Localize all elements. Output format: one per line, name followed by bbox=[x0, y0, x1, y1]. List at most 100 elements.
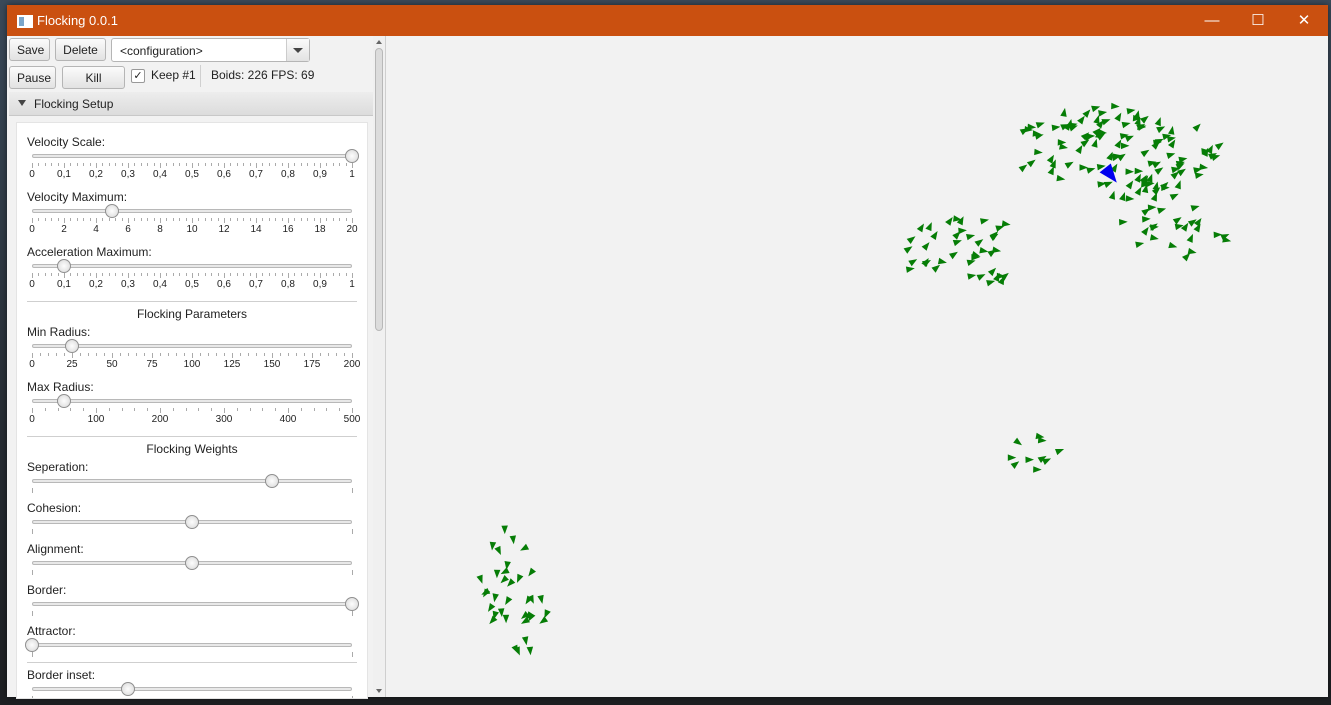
slider[interactable]: 0 0,1 0,2 0,3 0,4 0,5 0,6 0,7 0,8 0,9 1 bbox=[29, 259, 355, 290]
boid bbox=[1034, 133, 1044, 140]
scroll-up-icon[interactable] bbox=[376, 40, 382, 44]
boid bbox=[500, 567, 510, 575]
major-tick bbox=[32, 652, 33, 657]
maximize-icon[interactable]: ☐ bbox=[1235, 5, 1281, 36]
save-button[interactable]: Save bbox=[9, 38, 50, 61]
slider-thumb[interactable] bbox=[121, 682, 135, 696]
slider[interactable] bbox=[32, 556, 353, 582]
minor-tick bbox=[240, 353, 241, 356]
slider[interactable]: 0 0,1 0,2 0,3 0,4 0,5 0,6 0,7 0,8 0,9 1 bbox=[29, 149, 359, 180]
minor-tick bbox=[57, 163, 59, 166]
boid bbox=[1174, 223, 1184, 231]
boid bbox=[1214, 142, 1224, 151]
kill-boids-button[interactable]: Kill Boids bbox=[62, 66, 125, 108]
slider-thumb[interactable] bbox=[57, 259, 71, 273]
tick-label: 50 bbox=[106, 359, 118, 370]
boid bbox=[1059, 143, 1068, 150]
minor-tick bbox=[268, 273, 270, 276]
slider[interactable] bbox=[32, 597, 359, 623]
minor-tick bbox=[217, 273, 219, 276]
minor-tick bbox=[217, 163, 219, 166]
minor-tick bbox=[108, 273, 110, 276]
boid bbox=[1114, 112, 1122, 122]
minor-tick bbox=[102, 273, 104, 276]
slider-thumb[interactable] bbox=[185, 556, 199, 570]
keep-checkbox[interactable]: ✓ bbox=[131, 69, 145, 83]
slider-thumb[interactable] bbox=[345, 597, 359, 611]
tick-label: 0 bbox=[29, 224, 35, 235]
slider-track[interactable] bbox=[32, 344, 352, 348]
scroll-down-icon[interactable] bbox=[376, 689, 382, 693]
pause-button[interactable]: Pause bbox=[9, 66, 56, 89]
scrollbar-thumb[interactable] bbox=[375, 48, 383, 331]
slider-thumb[interactable] bbox=[25, 638, 39, 652]
panel-scrollbar[interactable] bbox=[373, 36, 385, 697]
major-tick bbox=[32, 353, 33, 358]
boid bbox=[1168, 125, 1175, 135]
slider[interactable]: 0 25 50 75 100 125 150 175 200 bbox=[29, 339, 360, 370]
minor-tick bbox=[211, 273, 213, 276]
slider-thumb[interactable] bbox=[105, 204, 119, 218]
slider-thumb[interactable] bbox=[265, 474, 279, 488]
minor-tick bbox=[51, 273, 53, 276]
slider-track[interactable] bbox=[32, 602, 352, 606]
slider-thumb[interactable] bbox=[345, 149, 359, 163]
slider[interactable] bbox=[32, 515, 353, 541]
boid bbox=[974, 239, 984, 247]
slider-thumb[interactable] bbox=[65, 339, 79, 353]
boid bbox=[1142, 216, 1151, 223]
close-icon[interactable]: ✕ bbox=[1281, 5, 1327, 36]
major-tick bbox=[192, 163, 193, 168]
minor-tick bbox=[153, 218, 155, 221]
slider-track[interactable] bbox=[32, 479, 352, 483]
major-tick bbox=[128, 218, 129, 223]
slider-track[interactable] bbox=[32, 687, 352, 691]
major-tick bbox=[128, 163, 129, 168]
boid bbox=[992, 246, 1002, 253]
slider-thumb[interactable] bbox=[185, 515, 199, 529]
slider-track[interactable] bbox=[32, 264, 352, 268]
major-tick bbox=[256, 163, 257, 168]
slider-track[interactable] bbox=[32, 643, 352, 647]
tick-label: 0,5 bbox=[185, 169, 199, 180]
minor-tick bbox=[204, 218, 206, 221]
configuration-select[interactable]: <configuration> bbox=[111, 38, 310, 62]
minor-tick bbox=[51, 163, 53, 166]
minor-tick bbox=[268, 163, 270, 166]
slider-thumb[interactable] bbox=[57, 394, 71, 408]
slider[interactable] bbox=[32, 474, 353, 500]
major-tick bbox=[192, 353, 193, 358]
minor-tick bbox=[172, 408, 174, 411]
boid bbox=[1010, 461, 1020, 469]
boid bbox=[1222, 236, 1232, 243]
chevron-down-icon[interactable] bbox=[286, 39, 309, 61]
slider[interactable] bbox=[25, 638, 353, 664]
minor-tick bbox=[83, 218, 85, 221]
minor-tick bbox=[147, 218, 149, 221]
minor-tick bbox=[76, 163, 78, 166]
slider-track[interactable] bbox=[32, 399, 352, 403]
title-bar[interactable]: Flocking 0.0.1 — ☐ ✕ bbox=[7, 5, 1328, 36]
slider[interactable]: 0 100 200 300 400 500 bbox=[29, 394, 360, 425]
major-tick bbox=[352, 652, 353, 657]
boid bbox=[1180, 222, 1189, 232]
tick-label: 25 bbox=[66, 359, 78, 370]
minor-tick bbox=[56, 353, 57, 356]
tick-label: 20 bbox=[346, 224, 358, 235]
boid bbox=[921, 242, 930, 251]
slider-track[interactable] bbox=[32, 154, 352, 158]
minimize-icon[interactable]: — bbox=[1189, 5, 1235, 36]
flocking-setup-header[interactable]: Flocking Setup bbox=[9, 92, 373, 116]
boid bbox=[1125, 195, 1135, 202]
minor-tick bbox=[121, 408, 123, 411]
minor-tick bbox=[332, 273, 334, 276]
slider[interactable] bbox=[32, 682, 353, 698]
minor-tick bbox=[345, 163, 347, 166]
simulation-canvas[interactable] bbox=[387, 36, 1328, 697]
slider[interactable]: 0 2 4 6 8 10 12 14 16 18 20 bbox=[29, 204, 358, 235]
tick-label: 500 bbox=[343, 414, 361, 425]
minor-tick bbox=[115, 163, 117, 166]
delete-button[interactable]: Delete bbox=[55, 38, 106, 61]
minor-tick bbox=[88, 353, 89, 356]
slider-track[interactable] bbox=[32, 209, 352, 213]
